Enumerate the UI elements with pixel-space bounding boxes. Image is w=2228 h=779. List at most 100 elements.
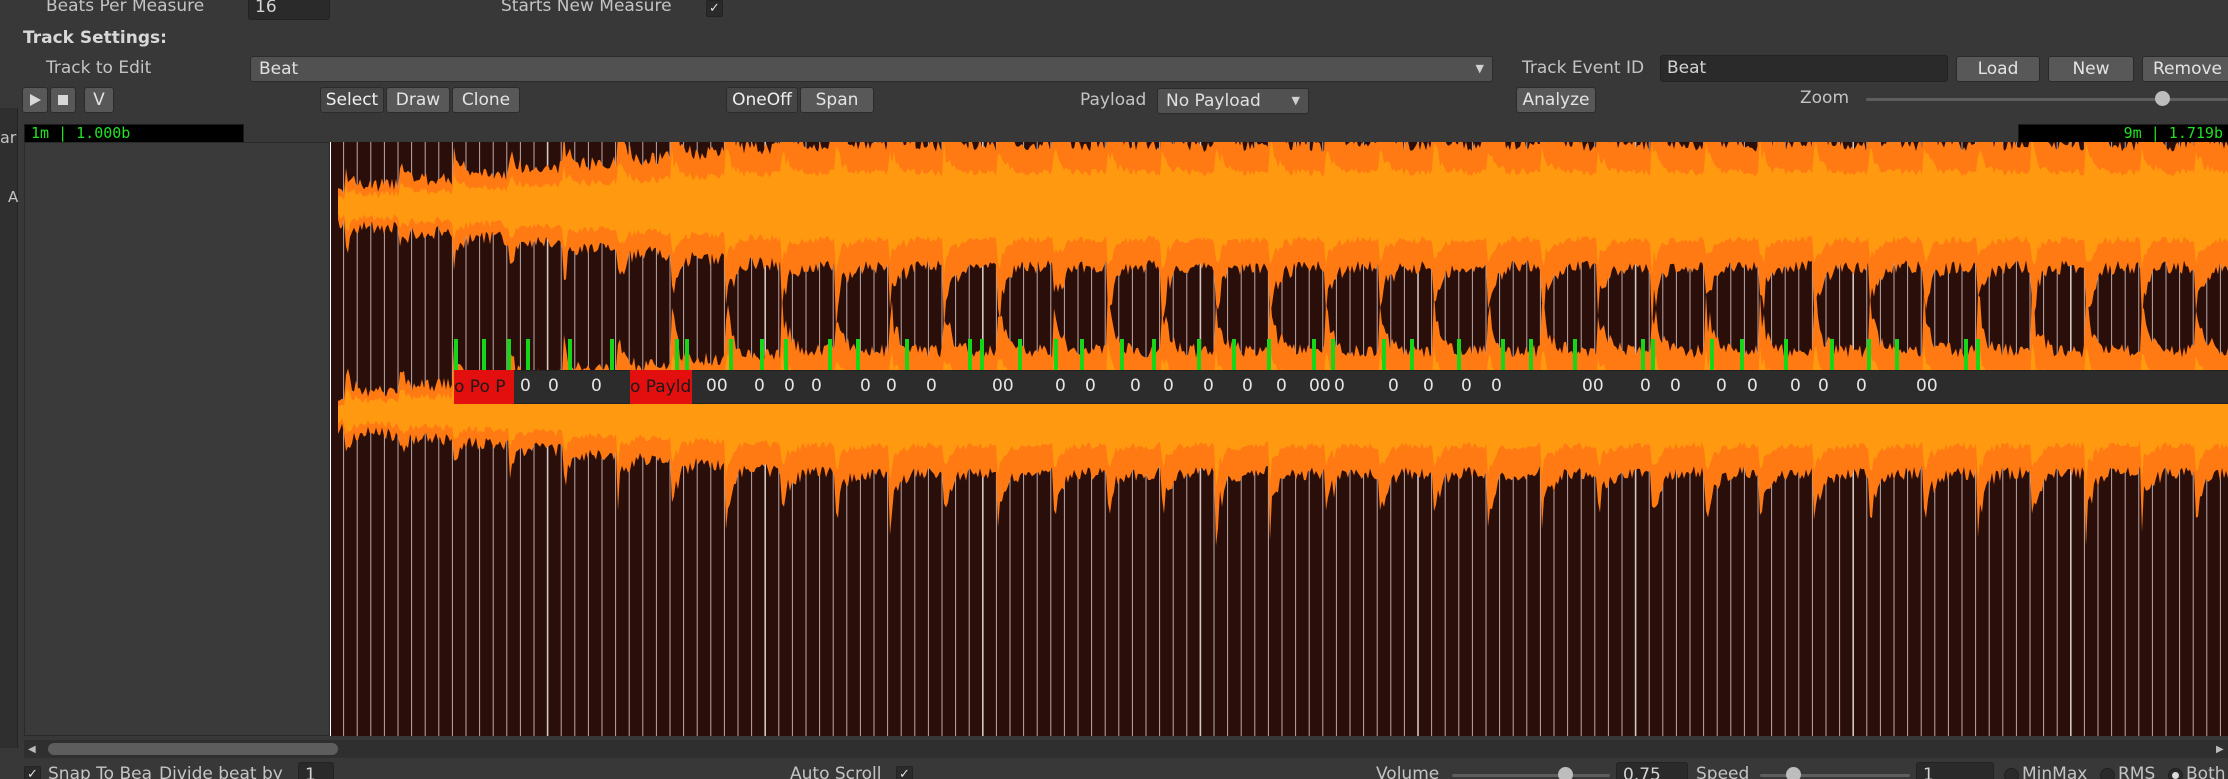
beat-marker[interactable]	[856, 339, 860, 372]
beat-marker[interactable]	[454, 339, 458, 372]
clone-mode-button[interactable]: Clone	[452, 87, 520, 113]
beat-marker[interactable]	[482, 339, 486, 372]
beat-marker[interactable]	[1867, 339, 1871, 372]
event-zero-label[interactable]: 0	[1491, 372, 1502, 400]
event-zero-label[interactable]: 00	[1309, 372, 1331, 400]
beat-marker[interactable]	[1197, 339, 1201, 372]
track-to-edit-dropdown[interactable]: Beat ▼	[250, 56, 1493, 82]
beat-marker[interactable]	[1410, 339, 1414, 372]
beat-marker[interactable]	[1740, 339, 1744, 372]
event-zero-label[interactable]: 00	[992, 372, 1014, 400]
beat-marker[interactable]	[526, 339, 530, 372]
waveform-area[interactable]: o Po P o Payld 0 0 0 00 0 0 0 0 0 0 00 0 0 0 0 0 0 0 00 0 0 0…	[330, 142, 2228, 736]
beat-marker[interactable]	[1651, 339, 1655, 372]
beat-marker[interactable]	[1018, 339, 1022, 372]
beat-marker[interactable]	[1080, 339, 1084, 372]
event-zero-label[interactable]: 0	[1818, 372, 1829, 400]
beat-marker[interactable]	[1573, 339, 1577, 372]
beat-marker[interactable]	[675, 339, 679, 372]
beat-marker[interactable]	[968, 339, 972, 372]
horizontal-scrollbar-thumb[interactable]	[48, 743, 338, 755]
event-zero-label[interactable]: 0	[886, 372, 897, 400]
volume-slider-thumb[interactable]	[1558, 767, 1573, 779]
load-button[interactable]: Load	[1956, 56, 2040, 82]
event-zero-label[interactable]: 0	[1388, 372, 1399, 400]
beat-marker[interactable]	[1830, 339, 1834, 372]
stop-button[interactable]	[50, 87, 76, 113]
auto-scroll-checkbox[interactable]: ✓	[896, 766, 913, 779]
beat-marker[interactable]	[568, 339, 572, 372]
play-button[interactable]	[22, 87, 48, 113]
beat-marker[interactable]	[760, 339, 764, 372]
starts-new-measure-checkbox[interactable]: ✓	[706, 0, 723, 17]
beat-marker[interactable]	[507, 339, 511, 372]
beat-marker[interactable]	[1232, 339, 1236, 372]
event-zero-label[interactable]: 0	[754, 372, 765, 400]
beat-marker[interactable]	[729, 339, 733, 372]
event-zero-label[interactable]: 0	[548, 372, 559, 400]
event-zero-label[interactable]: 0	[1242, 372, 1253, 400]
event-zero-label[interactable]: 0	[1055, 372, 1066, 400]
draw-mode-button[interactable]: Draw	[386, 87, 450, 113]
zoom-slider-thumb[interactable]	[2154, 91, 2170, 106]
divide-beat-field[interactable]: 1	[298, 762, 334, 779]
payload-event[interactable]: o Po P	[454, 370, 514, 404]
snap-to-beat-checkbox[interactable]: ✓	[24, 766, 41, 779]
beat-marker[interactable]	[1784, 339, 1788, 372]
both-radio[interactable]	[2168, 768, 2183, 779]
event-zero-label[interactable]: 0	[784, 372, 795, 400]
event-zero-label[interactable]: 0	[1130, 372, 1141, 400]
beat-marker[interactable]	[1895, 339, 1899, 372]
event-zero-label[interactable]: 00	[1916, 372, 1938, 400]
beat-marker[interactable]	[1312, 339, 1316, 372]
beat-marker[interactable]	[1267, 339, 1271, 372]
scroll-left-icon[interactable]: ◀	[28, 744, 36, 755]
beat-marker[interactable]	[1054, 339, 1058, 372]
payload-event[interactable]: o Payld	[630, 370, 692, 404]
remove-button[interactable]: Remove	[2142, 56, 2228, 82]
speed-slider-track[interactable]	[1760, 774, 1910, 777]
event-zero-label[interactable]: 00	[706, 372, 728, 400]
beat-marker[interactable]	[784, 339, 788, 372]
beat-marker[interactable]	[1501, 339, 1505, 372]
volume-field[interactable]: 0.75	[1616, 762, 1688, 779]
beat-marker[interactable]	[828, 339, 832, 372]
event-zero-label[interactable]: 0	[1640, 372, 1651, 400]
beat-marker[interactable]	[1529, 339, 1533, 372]
beat-marker[interactable]	[980, 339, 984, 372]
event-zero-label[interactable]: 00	[1582, 372, 1604, 400]
event-zero-label[interactable]: 0	[1085, 372, 1096, 400]
event-zero-label[interactable]: 0	[1423, 372, 1434, 400]
new-button[interactable]: New	[2048, 56, 2134, 82]
beat-marker[interactable]	[610, 339, 614, 372]
beat-marker[interactable]	[1457, 339, 1461, 372]
event-zero-label[interactable]: 0	[811, 372, 822, 400]
event-zero-label[interactable]: 0	[1856, 372, 1867, 400]
track-list-panel[interactable]	[24, 142, 330, 736]
analyze-button[interactable]: Analyze	[1516, 87, 1596, 113]
payload-dropdown[interactable]: No Payload ▼	[1157, 88, 1309, 114]
event-zero-label[interactable]: 0	[1461, 372, 1472, 400]
event-zero-label[interactable]: 0	[1670, 372, 1681, 400]
event-zero-label[interactable]: 0	[860, 372, 871, 400]
beat-marker[interactable]	[1964, 339, 1968, 372]
scroll-right-icon[interactable]: ▶	[2216, 744, 2224, 755]
event-zero-label[interactable]: 0	[520, 372, 531, 400]
event-zero-label[interactable]: 0	[926, 372, 937, 400]
event-zero-label[interactable]: 0	[1790, 372, 1801, 400]
track-event-id-field[interactable]: Beat	[1660, 55, 1948, 82]
beat-marker[interactable]	[1152, 339, 1156, 372]
event-zero-label[interactable]: 0	[1716, 372, 1727, 400]
beat-marker[interactable]	[1710, 339, 1714, 372]
waveform-canvas[interactable]	[330, 142, 2228, 736]
minmax-radio[interactable]	[2004, 768, 2019, 779]
beats-per-measure-field[interactable]: 16	[248, 0, 330, 20]
beat-marker[interactable]	[1976, 339, 1980, 372]
volume-slider-track[interactable]	[1452, 774, 1610, 777]
span-button[interactable]: Span	[800, 87, 874, 113]
event-zero-label[interactable]: 0	[1203, 372, 1214, 400]
beat-marker[interactable]	[1382, 339, 1386, 372]
select-mode-button[interactable]: Select	[320, 87, 384, 113]
beat-marker[interactable]	[685, 339, 689, 372]
v-button[interactable]: V	[84, 87, 114, 113]
